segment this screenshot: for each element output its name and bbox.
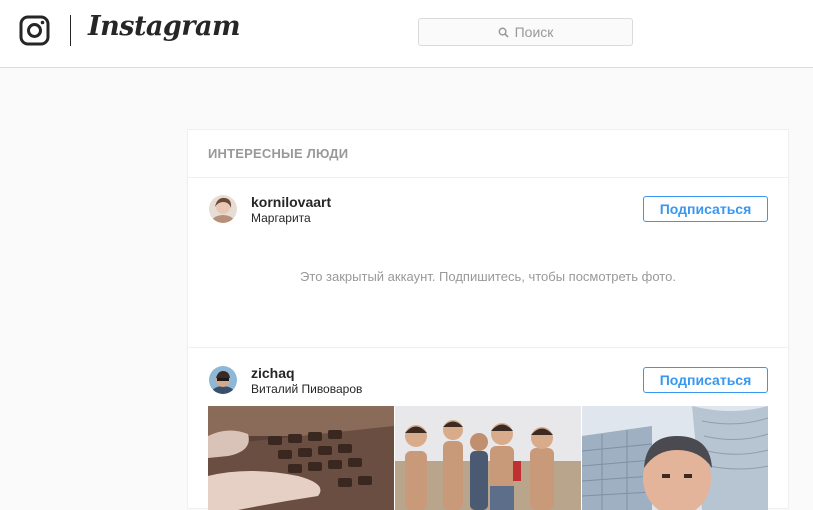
avatar[interactable]: [209, 195, 237, 223]
search-input[interactable]: Поиск: [418, 18, 633, 46]
top-nav: Instagram Поиск: [0, 0, 813, 68]
avatar[interactable]: [209, 366, 237, 394]
username-link[interactable]: kornilovaart: [251, 194, 331, 210]
divider: [188, 347, 788, 348]
photo-thumbnail[interactable]: [208, 406, 394, 510]
instagram-camera-icon[interactable]: [19, 15, 50, 46]
full-name: Маргарита: [251, 211, 311, 225]
divider: [188, 177, 788, 178]
search-icon: [498, 27, 509, 38]
private-account-message: Это закрытый аккаунт. Подпишитесь, чтобы…: [300, 269, 676, 284]
follow-button[interactable]: Подписаться: [643, 196, 768, 222]
instagram-wordmark[interactable]: Instagram: [88, 11, 241, 42]
follow-button[interactable]: Подписаться: [643, 367, 768, 393]
photo-thumbnail[interactable]: [395, 406, 581, 510]
username-link[interactable]: zichaq: [251, 365, 295, 381]
search-placeholder: Поиск: [514, 24, 554, 40]
suggestions-title: ИНТЕРЕСНЫЕ ЛЮДИ: [208, 146, 349, 161]
full-name: Виталий Пивоваров: [251, 382, 363, 396]
suggestions-card: ИНТЕРЕСНЫЕ ЛЮДИ kornilovaart Маргарита П…: [187, 129, 789, 510]
logo-divider: [70, 15, 71, 46]
photo-thumbnail[interactable]: [582, 406, 768, 510]
